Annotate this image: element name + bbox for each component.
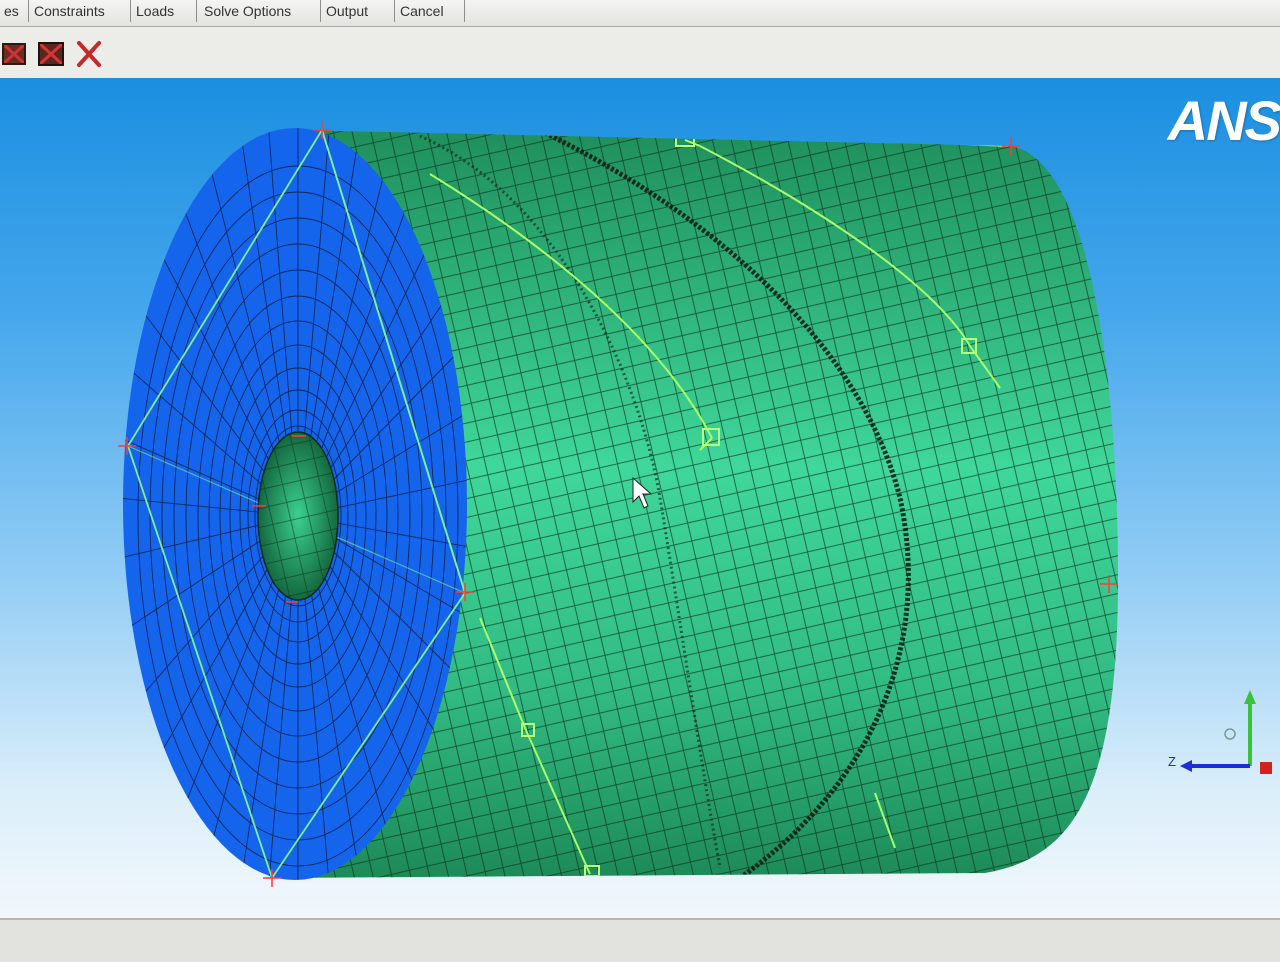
close-button[interactable]: [74, 37, 104, 69]
status-bar: [0, 918, 1280, 962]
mesh-tool-button[interactable]: [0, 37, 30, 69]
tab-constraints[interactable]: Constraints: [26, 0, 131, 22]
clear-mesh-button[interactable]: [36, 37, 66, 69]
tab-bar: es Constraints Loads Solve Options Outpu…: [0, 0, 1280, 27]
tab-solve-options[interactable]: Solve Options: [196, 0, 321, 22]
tab-output[interactable]: Output: [318, 0, 395, 22]
tab-partial[interactable]: es: [0, 0, 29, 22]
clear-mesh-icon: [37, 41, 65, 67]
tab-loads[interactable]: Loads: [128, 0, 197, 22]
graphics-viewport[interactable]: ANS Z: [0, 78, 1280, 918]
close-icon: [77, 41, 101, 67]
toolbar: [0, 27, 1280, 77]
z-axis-label: Z: [1168, 754, 1176, 769]
axis-triad-icon: [1180, 690, 1272, 774]
tab-cancel[interactable]: Cancel: [392, 0, 465, 22]
mesh-tool-icon: [1, 42, 27, 66]
cylinder-model[interactable]: [0, 78, 1280, 918]
coordinate-triad: Z: [1160, 678, 1280, 788]
